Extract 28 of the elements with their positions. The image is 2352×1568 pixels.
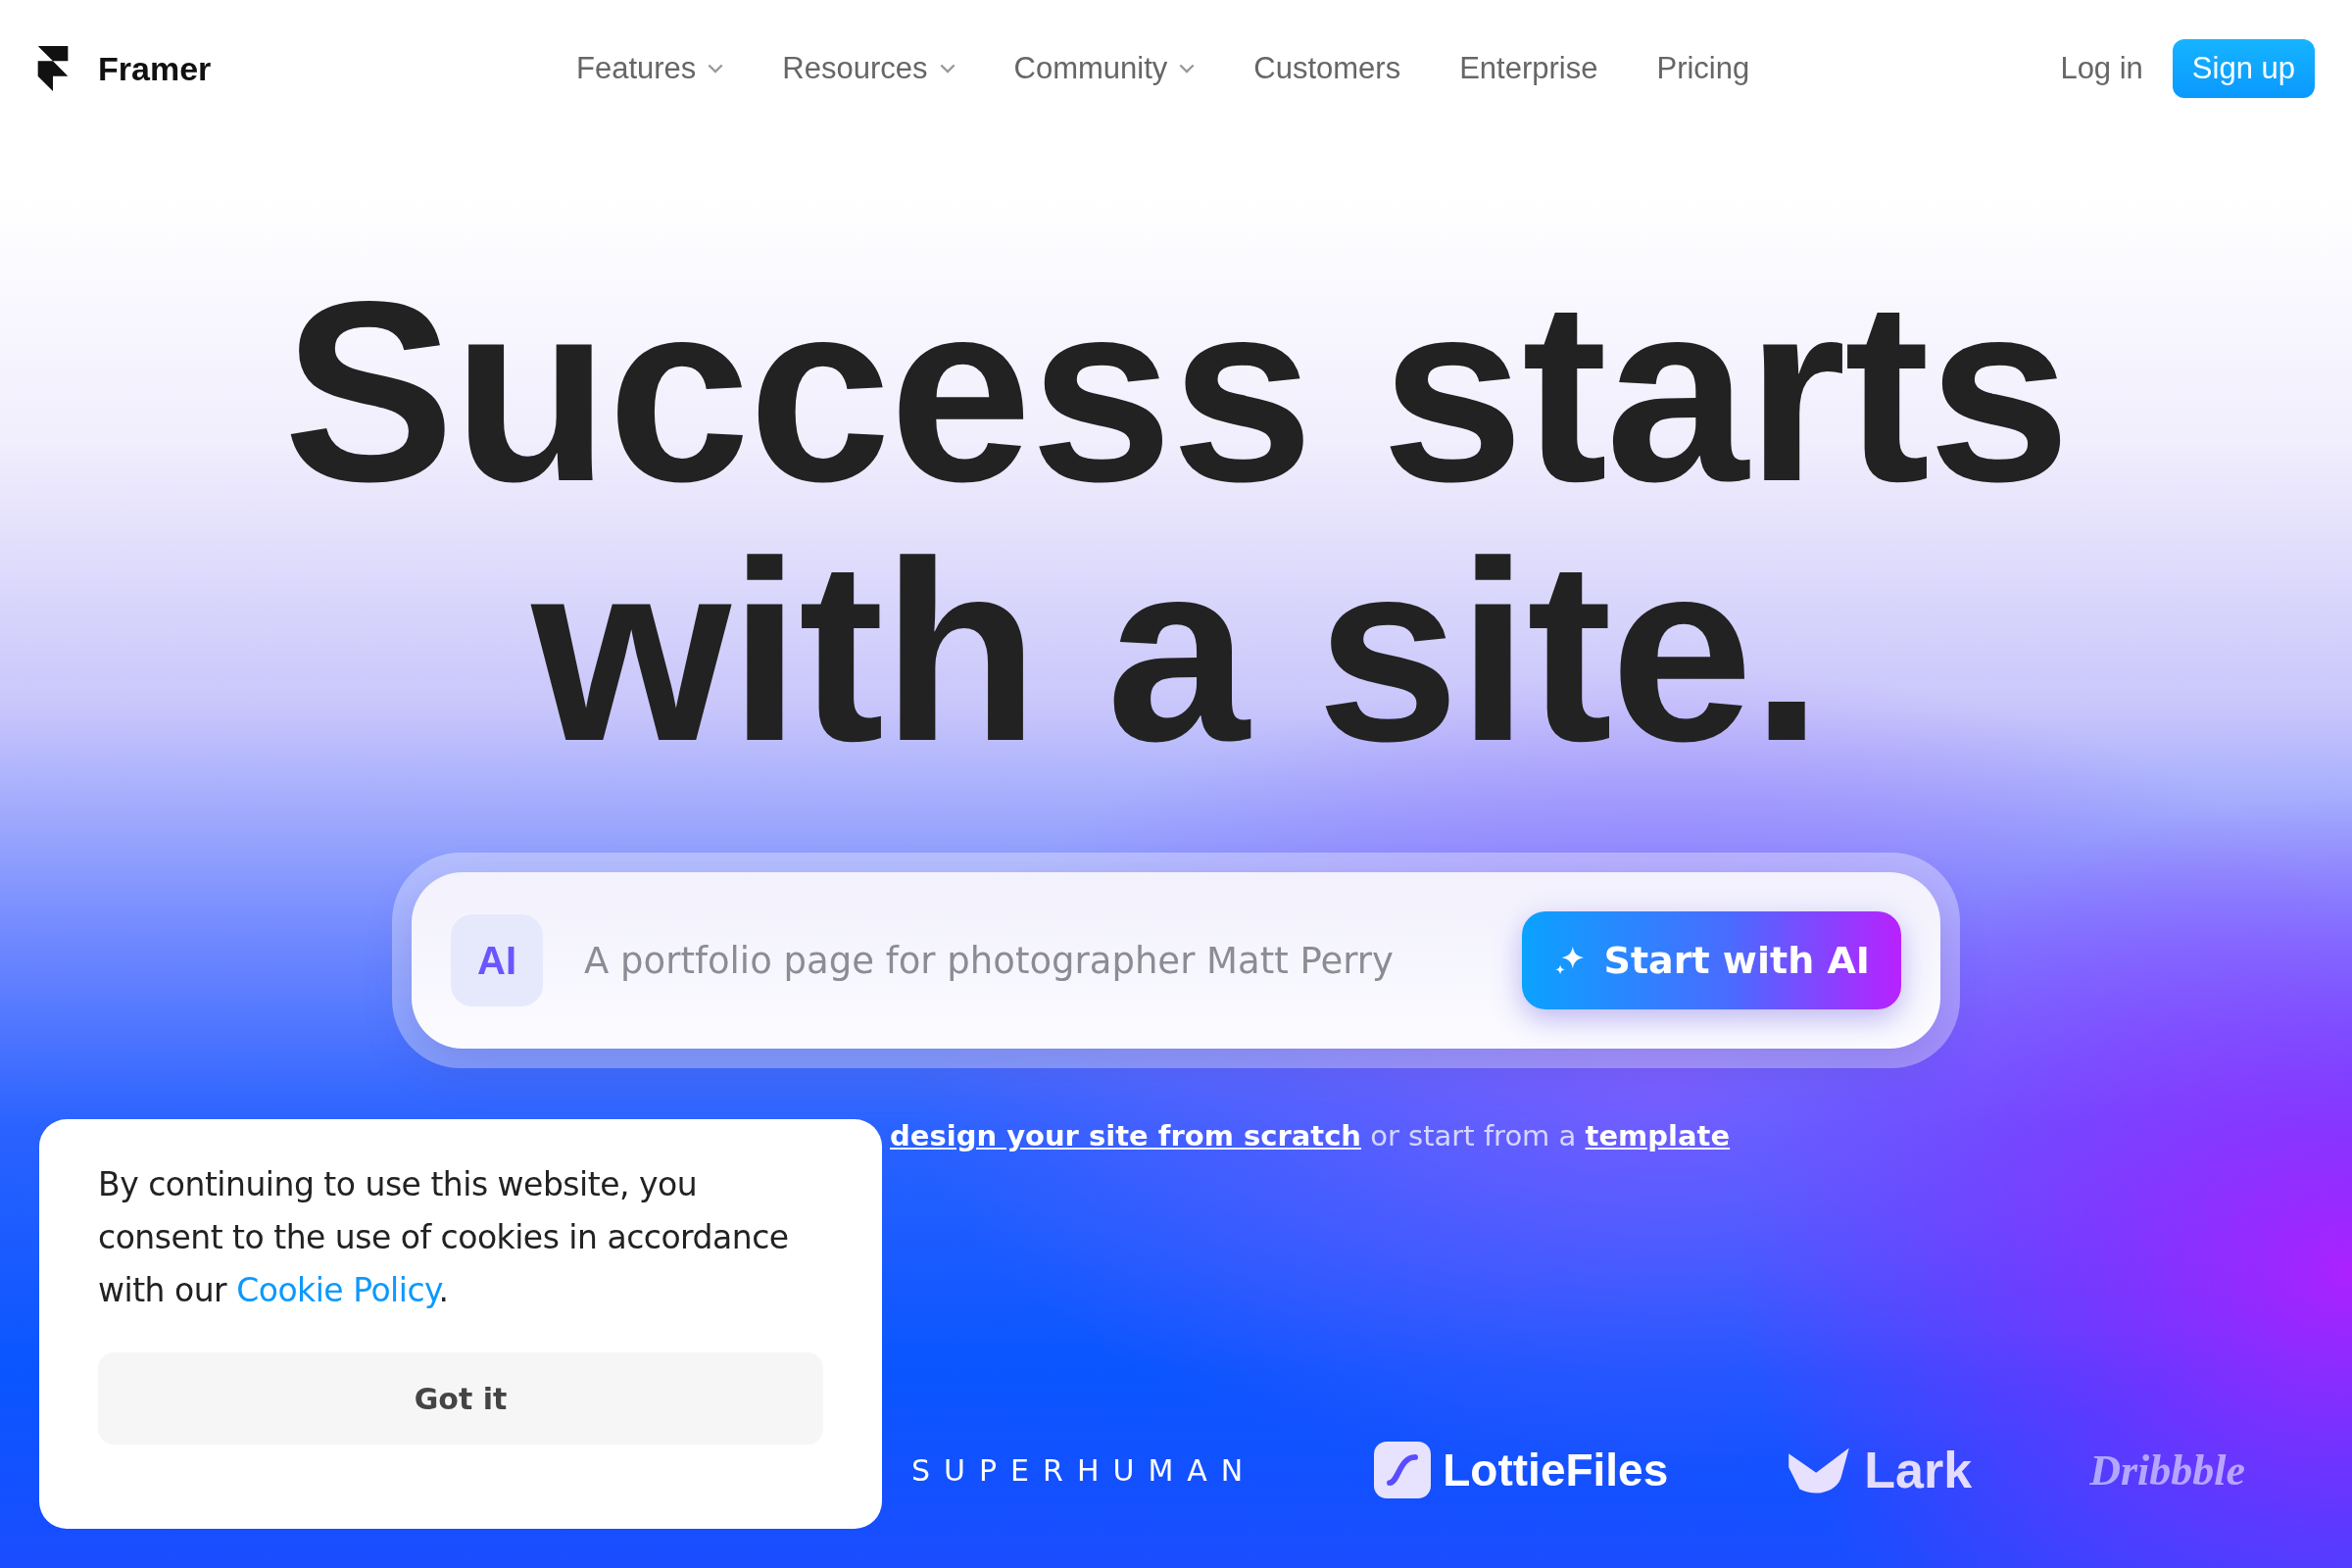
nav-link[interactable]: Pricing: [1656, 51, 1750, 86]
nav-link[interactable]: Community: [1013, 51, 1196, 86]
brand-name[interactable]: Framer: [98, 49, 212, 88]
start-with-ai-button[interactable]: Start with AI: [1521, 911, 1901, 1009]
cookie-policy-link[interactable]: Cookie Policy: [236, 1271, 439, 1309]
chevron-down-icon: [939, 63, 956, 74]
customer-logo: Dribbble: [2089, 1445, 2246, 1495]
headline: Success starts: [282, 262, 2070, 521]
ai-badge: AI: [451, 914, 543, 1006]
got-it-button[interactable]: Got it: [98, 1352, 823, 1445]
template-link[interactable]: template: [1585, 1119, 1731, 1152]
nav-link[interactable]: Enterprise: [1459, 51, 1598, 86]
lottie-logo-icon: [1374, 1442, 1432, 1498]
logo-icon[interactable]: [37, 46, 69, 91]
customer-logo: Lark: [1864, 1441, 1973, 1499]
nav-link[interactable]: Features: [576, 51, 724, 86]
chevron-down-icon: [708, 63, 724, 74]
nav-link[interactable]: Resources: [782, 51, 956, 86]
chevron-down-icon: [1179, 63, 1196, 74]
prompt-field[interactable]: AI A portfolio page for photographer Matt Perry Start with AI: [412, 872, 1940, 1049]
alternative-start-text: design your site from scratch or start from a template: [890, 1119, 1731, 1152]
nav-link[interactable]: Customers: [1253, 51, 1401, 86]
cookie-message: By continuing to use this website, you consent to the use of cookies in accordance with our Cookie Policy.: [98, 1164, 790, 1311]
design-from-scratch-link[interactable]: design your site from scratch: [890, 1119, 1361, 1152]
headline: with a site.: [529, 521, 1822, 781]
customer-logo: LottieFiles: [1443, 1444, 1669, 1496]
customer-logo: SUPERHUMAN: [911, 1452, 1257, 1488]
login-link[interactable]: Log in: [2060, 51, 2143, 86]
